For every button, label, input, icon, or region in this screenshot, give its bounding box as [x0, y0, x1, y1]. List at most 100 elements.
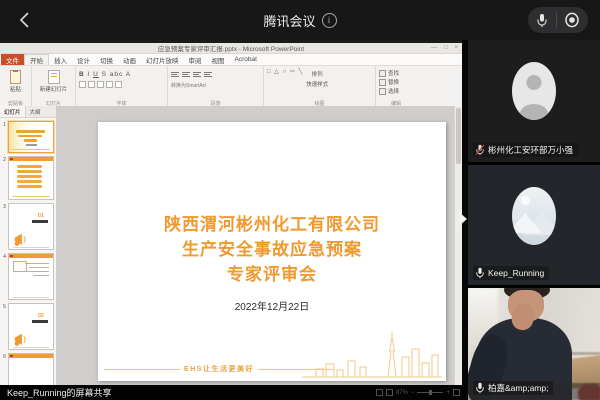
participant-name: 柏嘉&amp;amp;	[488, 382, 548, 394]
slide-date: 2022年12月22日	[98, 298, 446, 313]
section-number: 01	[38, 213, 44, 219]
select-button[interactable]: 选择	[379, 87, 413, 95]
replace-button[interactable]: 替换	[379, 78, 413, 86]
record-icon[interactable]	[564, 12, 580, 28]
participant-name: Keep_Running	[488, 268, 544, 278]
slide-4-thumbnail[interactable]	[8, 253, 54, 300]
find-button[interactable]: 查找	[379, 69, 413, 77]
participant-label: 彬州化工安环部万小强	[473, 143, 578, 157]
tab-transitions[interactable]: 切换	[95, 54, 118, 65]
view-sorter-icon[interactable]	[386, 389, 393, 396]
pill-divider	[556, 13, 557, 27]
ribbon: 粘贴 剪贴板 新建幻灯片 幻灯片 B I U S abc A 字体	[0, 66, 462, 109]
smartart-button[interactable]: 转换为SmartArt	[171, 82, 260, 89]
close-icon[interactable]: ×	[454, 45, 458, 51]
muted-mic-icon	[475, 144, 485, 156]
participant-label: 柏嘉&amp;amp;	[473, 381, 553, 395]
slide-title: 陕西渭河彬州化工有限公司 生产安全事故应急预案 专家评审会	[98, 212, 446, 287]
current-slide[interactable]: 陕西渭河彬州化工有限公司 生产安全事故应急预案 专家评审会 2022年12月22…	[98, 122, 446, 381]
participant-tile-3[interactable]: 柏嘉&amp;amp;	[468, 288, 600, 400]
tab-insert[interactable]: 插入	[49, 54, 72, 65]
quick-styles-button[interactable]: 快速样式	[306, 80, 328, 88]
fit-window-icon[interactable]	[453, 389, 460, 396]
slide-3-thumbnail[interactable]: 01	[8, 203, 54, 250]
group-clipboard: 粘贴 剪贴板	[0, 66, 32, 108]
maximize-icon[interactable]: □	[444, 45, 448, 51]
tab-slideshow[interactable]: 幻灯片放映	[141, 54, 184, 65]
zoom-in-icon[interactable]: +	[446, 390, 450, 396]
slide-number: 1	[1, 121, 8, 153]
screen-share-region: 应急预案专家评审汇报.pptx - Microsoft PowerPoint —…	[0, 40, 462, 385]
tab-outline-pane[interactable]: 大纲	[26, 106, 45, 117]
slide-number: 2	[1, 156, 8, 200]
info-icon[interactable]: i	[322, 13, 337, 28]
slide-footer: EHS让生活更美好	[104, 364, 334, 374]
tab-slides-pane[interactable]: 幻灯片	[0, 106, 26, 117]
mic-icon	[475, 267, 485, 279]
slide-number: 4	[1, 253, 8, 300]
tab-view[interactable]: 视图	[207, 54, 230, 65]
thumbnail-row: 2	[1, 156, 54, 200]
zoom-level: 87%	[396, 390, 408, 396]
group-editing: 查找 替换 选择 编辑	[376, 66, 416, 108]
thumbnail-row: 5 02	[1, 303, 54, 350]
slide-1-thumbnail[interactable]	[8, 121, 54, 153]
paste-button[interactable]: 粘贴	[3, 85, 28, 93]
ppt-title-bar: 应急预案专家评审汇报.pptx - Microsoft PowerPoint —…	[0, 43, 462, 54]
slide-5-thumbnail[interactable]: 02	[8, 303, 54, 350]
tab-review[interactable]: 审阅	[184, 54, 207, 65]
tencent-meeting-window: 腾讯会议 i 应急预案专家评审汇报.pptx - Microsoft Power…	[0, 0, 600, 400]
avatar	[512, 62, 556, 120]
slide-title-line2: 生产安全事故应急预案	[98, 237, 446, 262]
mic-icon	[475, 382, 485, 394]
app-title: 腾讯会议	[263, 11, 315, 30]
footer-slogan: EHS让生活更美好	[184, 364, 254, 374]
tab-acrobat[interactable]: Acrobat	[230, 54, 262, 65]
participant-tile-2[interactable]: Keep_Running	[468, 165, 600, 285]
top-bar: 腾讯会议 i	[0, 0, 600, 40]
arrange-button[interactable]: 排列	[306, 70, 328, 78]
thumbnail-row: 1	[1, 121, 54, 153]
slide-number: 3	[1, 203, 8, 250]
font-buttons[interactable]: B I U S abc A	[79, 71, 164, 78]
share-label: Keep_Running的屏幕共享	[7, 386, 112, 399]
tab-design[interactable]: 设计	[72, 54, 95, 65]
zoom-slider[interactable]	[417, 392, 443, 393]
meeting-title-area: 腾讯会议 i	[0, 0, 600, 40]
participant-name: 彬州化工安环部万小强	[488, 144, 573, 156]
expand-panel-arrow-icon[interactable]	[459, 212, 467, 226]
powerpoint-window: 应急预案专家评审汇报.pptx - Microsoft PowerPoint —…	[0, 40, 462, 385]
group-slides: 新建幻灯片 幻灯片	[32, 66, 76, 108]
view-normal-icon[interactable]	[376, 389, 383, 396]
pane-tabs: 幻灯片 大纲	[0, 106, 56, 118]
ribbon-tab-bar: 文件 开始 插入 设计 切换 动画 幻灯片放映 审阅 视图 Acrobat	[0, 54, 462, 66]
new-slide-button[interactable]: 新建幻灯片	[35, 85, 72, 93]
font-size-buttons[interactable]	[79, 81, 164, 88]
megaphone-icon	[12, 232, 30, 247]
slide-2-thumbnail[interactable]	[8, 156, 54, 200]
vertical-scrollbar[interactable]	[454, 106, 462, 385]
group-paragraph: 转换为SmartArt 段落	[168, 66, 264, 108]
participants-panel: 彬州化工安环部万小强 Keep_Running	[468, 40, 600, 400]
slide-title-line1: 陕西渭河彬州化工有限公司	[98, 212, 446, 237]
alignment-buttons[interactable]	[171, 72, 260, 79]
paste-icon[interactable]	[10, 70, 21, 84]
megaphone-icon	[12, 332, 30, 347]
window-controls: — □ ×	[431, 43, 458, 53]
shapes-gallery[interactable]: □ △ ○ ⇨ ╲	[267, 69, 303, 88]
tab-home[interactable]: 开始	[24, 54, 49, 65]
tab-file[interactable]: 文件	[1, 54, 24, 65]
slide-6-thumbnail[interactable]	[8, 353, 54, 385]
participant-tile-1[interactable]: 彬州化工安环部万小强	[468, 40, 600, 162]
participant-label: Keep_Running	[473, 266, 549, 280]
minimize-icon[interactable]: —	[431, 45, 437, 51]
share-label-bar: Keep_Running的屏幕共享 87% − +	[0, 385, 466, 400]
zoom-out-icon[interactable]: −	[411, 390, 415, 396]
microphone-icon[interactable]	[536, 13, 548, 28]
slide-title-line3: 专家评审会	[98, 262, 446, 287]
ppt-status-bar: 87% − +	[376, 385, 460, 400]
tab-animations[interactable]: 动画	[118, 54, 141, 65]
avatar	[512, 187, 556, 245]
ppt-filename: 应急预案专家评审汇报.pptx - Microsoft PowerPoint	[158, 43, 304, 53]
new-slide-icon[interactable]	[48, 70, 60, 84]
